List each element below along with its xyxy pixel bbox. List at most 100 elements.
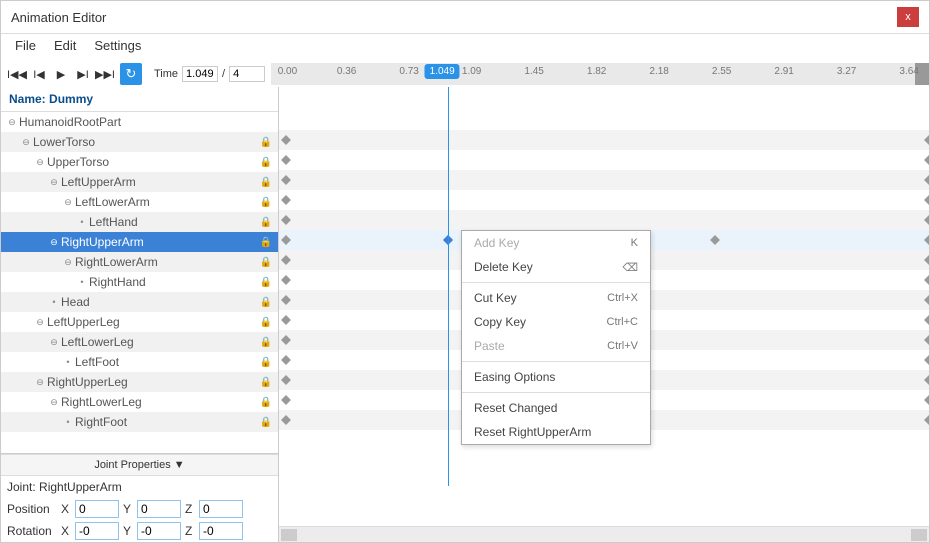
expander-icon[interactable]: ⊖: [35, 157, 45, 168]
tree-row[interactable]: ⊖LeftUpperArm🔒: [1, 172, 278, 192]
track-pane[interactable]: Add KeyKDelete Key⌫Cut KeyCtrl+XCopy Key…: [279, 87, 929, 542]
keyframe[interactable]: [281, 415, 291, 425]
close-button[interactable]: x: [897, 7, 919, 27]
expander-icon[interactable]: ⊖: [49, 237, 59, 248]
tree-row[interactable]: ⊖HumanoidRootPart: [1, 112, 278, 132]
keyframe[interactable]: [924, 375, 929, 385]
keyframe[interactable]: [281, 355, 291, 365]
expander-icon[interactable]: ⊖: [21, 137, 31, 148]
current-time-input[interactable]: [182, 66, 218, 82]
keyframe[interactable]: [924, 235, 929, 245]
lock-icon[interactable]: 🔒: [260, 297, 272, 308]
keyframe[interactable]: [281, 315, 291, 325]
go-to-start-button[interactable]: I◀◀: [7, 64, 27, 84]
step-forward-button[interactable]: ▶I: [73, 64, 93, 84]
keyframe[interactable]: [281, 135, 291, 145]
keyframe[interactable]: [924, 355, 929, 365]
expander-icon[interactable]: ⊖: [7, 117, 17, 128]
scroll-thumb-right[interactable]: [911, 529, 927, 541]
rotation-y-input[interactable]: [137, 522, 181, 540]
keyframe[interactable]: [924, 135, 929, 145]
rotation-z-input[interactable]: [199, 522, 243, 540]
keyframe[interactable]: [924, 335, 929, 345]
lock-icon[interactable]: 🔒: [260, 237, 272, 248]
lock-icon[interactable]: 🔒: [260, 277, 272, 288]
keyframe[interactable]: [281, 215, 291, 225]
step-back-button[interactable]: I◀: [29, 64, 49, 84]
scrubber[interactable]: 1.049: [425, 64, 460, 79]
keyframe[interactable]: [924, 415, 929, 425]
tree-row[interactable]: •LeftHand🔒: [1, 212, 278, 232]
rotation-x-input[interactable]: [75, 522, 119, 540]
keyframe[interactable]: [281, 255, 291, 265]
keyframe[interactable]: [924, 315, 929, 325]
tree-row[interactable]: ⊖RightLowerArm🔒: [1, 252, 278, 272]
menu-item[interactable]: Copy KeyCtrl+C: [462, 310, 650, 334]
keyframe[interactable]: [281, 195, 291, 205]
keyframe[interactable]: [281, 335, 291, 345]
go-to-end-button[interactable]: ▶▶I: [95, 64, 115, 84]
menu-item[interactable]: Delete Key⌫: [462, 255, 650, 279]
joint-properties-header[interactable]: Joint Properties ▼: [1, 454, 278, 476]
tree-row[interactable]: ⊖LowerTorso🔒: [1, 132, 278, 152]
keyframe[interactable]: [924, 295, 929, 305]
lock-icon[interactable]: 🔒: [260, 377, 272, 388]
track-row[interactable]: [279, 170, 929, 190]
expander-icon[interactable]: ⊖: [35, 377, 45, 388]
keyframe[interactable]: [281, 155, 291, 165]
expander-icon[interactable]: ⊖: [49, 177, 59, 188]
track-row[interactable]: [279, 130, 929, 150]
menu-item[interactable]: Reset Changed: [462, 396, 650, 420]
keyframe[interactable]: [281, 175, 291, 185]
expander-icon[interactable]: ⊖: [49, 337, 59, 348]
keyframe[interactable]: [281, 375, 291, 385]
expander-icon[interactable]: ⊖: [35, 317, 45, 328]
tree-row[interactable]: ⊖LeftUpperLeg🔒: [1, 312, 278, 332]
menu-settings[interactable]: Settings: [94, 38, 141, 53]
loop-toggle[interactable]: ↻: [120, 63, 142, 85]
track-row[interactable]: [279, 210, 929, 230]
lock-icon[interactable]: 🔒: [260, 417, 272, 428]
horizontal-scrollbar[interactable]: [279, 526, 929, 542]
scroll-thumb-left[interactable]: [281, 529, 297, 541]
tree-row[interactable]: •Head🔒: [1, 292, 278, 312]
keyframe[interactable]: [924, 395, 929, 405]
length-input[interactable]: [229, 66, 265, 82]
lock-icon[interactable]: 🔒: [260, 157, 272, 168]
track-row[interactable]: [279, 190, 929, 210]
lock-icon[interactable]: 🔒: [260, 357, 272, 368]
position-x-input[interactable]: [75, 500, 119, 518]
menu-item[interactable]: Easing Options: [462, 365, 650, 389]
lock-icon[interactable]: 🔒: [260, 337, 272, 348]
tree-row[interactable]: ⊖LeftLowerArm🔒: [1, 192, 278, 212]
playhead-line[interactable]: [448, 87, 449, 486]
play-button[interactable]: ▶: [51, 64, 71, 84]
position-z-input[interactable]: [199, 500, 243, 518]
keyframe[interactable]: [924, 255, 929, 265]
menu-file[interactable]: File: [15, 38, 36, 53]
lock-icon[interactable]: 🔒: [260, 137, 272, 148]
expander-icon[interactable]: ⊖: [63, 257, 73, 268]
keyframe[interactable]: [924, 155, 929, 165]
menu-item[interactable]: Reset RightUpperArm: [462, 420, 650, 444]
tree-row[interactable]: ⊖RightUpperArm🔒: [1, 232, 278, 252]
keyframe[interactable]: [281, 395, 291, 405]
keyframe[interactable]: [924, 275, 929, 285]
lock-icon[interactable]: 🔒: [260, 197, 272, 208]
track-row[interactable]: [279, 110, 929, 130]
time-ruler[interactable]: 0.000.360.731.091.451.822.182.552.913.27…: [271, 63, 929, 85]
lock-icon[interactable]: 🔒: [260, 257, 272, 268]
keyframe[interactable]: [924, 215, 929, 225]
tree-row[interactable]: ⊖RightLowerLeg🔒: [1, 392, 278, 412]
keyframe[interactable]: [710, 235, 720, 245]
keyframe[interactable]: [924, 175, 929, 185]
keyframe[interactable]: [281, 295, 291, 305]
keyframe[interactable]: [924, 195, 929, 205]
track-row[interactable]: [279, 150, 929, 170]
lock-icon[interactable]: 🔒: [260, 317, 272, 328]
keyframe[interactable]: [281, 235, 291, 245]
position-y-input[interactable]: [137, 500, 181, 518]
lock-icon[interactable]: 🔒: [260, 177, 272, 188]
lock-icon[interactable]: 🔒: [260, 217, 272, 228]
tree-row[interactable]: •RightHand🔒: [1, 272, 278, 292]
